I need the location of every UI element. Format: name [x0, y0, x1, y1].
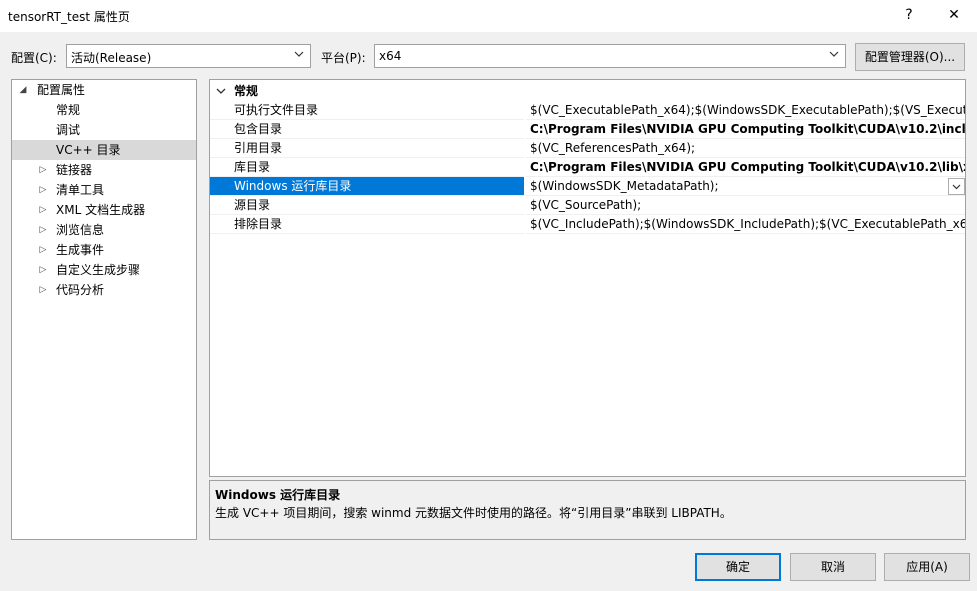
- tree-item-vc-directories[interactable]: VC++ 目录: [12, 140, 196, 160]
- collapse-triangle-icon[interactable]: ◢: [18, 80, 28, 100]
- property-name: Windows 运行库目录: [210, 177, 524, 196]
- tree-item-label: 调试: [56, 123, 81, 137]
- window-title: tensorRT_test 属性页: [8, 10, 130, 24]
- title-bar: tensorRT_test 属性页 ? ✕: [0, 0, 977, 32]
- platform-select[interactable]: x64: [374, 44, 846, 68]
- property-value[interactable]: $(VC_IncludePath);$(WindowsSDK_IncludePa…: [526, 215, 965, 234]
- property-grid: 常规 可执行文件目录 $(VC_ExecutablePath_x64);$(Wi…: [209, 79, 966, 477]
- tree-item-label: 自定义生成步骤: [56, 263, 141, 277]
- tree-item-label: VC++ 目录: [56, 143, 121, 157]
- description-text: 生成 VC++ 项目期间，搜索 winmd 元数据文件时使用的路径。将“引用目录…: [215, 506, 732, 520]
- property-value[interactable]: $(VC_ReferencesPath_x64);: [526, 139, 965, 158]
- tree-item-config-props[interactable]: ◢ 配置属性: [12, 80, 196, 100]
- tree-item-label: 生成事件: [56, 243, 105, 257]
- tree-item-label: 代码分析: [56, 283, 105, 297]
- tree-item-custom-build[interactable]: ▷ 自定义生成步骤: [12, 260, 196, 280]
- property-name: 包含目录: [210, 120, 524, 139]
- tree-item-manifest-tool[interactable]: ▷ 清单工具: [12, 180, 196, 200]
- tree-item-debugging[interactable]: 调试: [12, 120, 196, 140]
- property-value[interactable]: C:\Program Files\NVIDIA GPU Computing To…: [526, 158, 965, 177]
- property-name: 源目录: [210, 196, 524, 215]
- config-select[interactable]: 活动(Release): [66, 44, 311, 68]
- property-row[interactable]: 引用目录 $(VC_ReferencesPath_x64);: [210, 139, 965, 158]
- platform-label: 平台(P):: [321, 51, 366, 65]
- property-value[interactable]: $(VC_SourcePath);: [526, 196, 965, 215]
- config-manager-button[interactable]: 配置管理器(O)...: [855, 43, 965, 71]
- help-button[interactable]: ?: [886, 0, 932, 32]
- tree-item-general[interactable]: 常规: [12, 100, 196, 120]
- expand-triangle-icon[interactable]: ▷: [38, 240, 48, 260]
- property-tree: ◢ 配置属性 常规 调试 VC++ 目录 ▷ 链接器 ▷ 清单工具 ▷ XML …: [11, 79, 197, 540]
- tree-item-browse-info[interactable]: ▷ 浏览信息: [12, 220, 196, 240]
- tree-item-xml-doc[interactable]: ▷ XML 文档生成器: [12, 200, 196, 220]
- expand-triangle-icon[interactable]: ▷: [38, 280, 48, 300]
- description-title: Windows 运行库目录: [215, 488, 341, 502]
- chevron-down-icon: [829, 51, 839, 57]
- chevron-down-icon: [294, 51, 304, 57]
- apply-button[interactable]: 应用(A): [884, 553, 970, 581]
- property-name: 引用目录: [210, 139, 524, 158]
- ok-button[interactable]: 确定: [695, 553, 781, 581]
- config-label: 配置(C):: [11, 51, 57, 65]
- property-row[interactable]: 排除目录 $(VC_IncludePath);$(WindowsSDK_Incl…: [210, 215, 965, 234]
- tree-item-label: 常规: [56, 103, 81, 117]
- property-row-selected[interactable]: Windows 运行库目录 $(WindowsSDK_MetadataPath)…: [210, 177, 965, 196]
- tree-item-label: 浏览信息: [56, 223, 105, 237]
- tree-item-label: 清单工具: [56, 183, 105, 197]
- expand-triangle-icon[interactable]: ▷: [38, 260, 48, 280]
- chevron-down-icon: [952, 184, 961, 190]
- expand-triangle-icon[interactable]: ▷: [38, 180, 48, 200]
- property-name: 库目录: [210, 158, 524, 177]
- property-row[interactable]: 包含目录 C:\Program Files\NVIDIA GPU Computi…: [210, 120, 965, 139]
- cancel-button[interactable]: 取消: [790, 553, 876, 581]
- tree-item-linker[interactable]: ▷ 链接器: [12, 160, 196, 180]
- property-value[interactable]: $(WindowsSDK_MetadataPath);: [526, 177, 965, 196]
- expand-triangle-icon[interactable]: ▷: [38, 200, 48, 220]
- property-value[interactable]: $(VC_ExecutablePath_x64);$(WindowsSDK_Ex…: [526, 101, 965, 120]
- tree-item-label: 配置属性: [37, 83, 86, 97]
- property-name: 可执行文件目录: [210, 101, 524, 120]
- property-name: 排除目录: [210, 215, 524, 234]
- property-value[interactable]: C:\Program Files\NVIDIA GPU Computing To…: [526, 120, 965, 139]
- tree-item-code-analysis[interactable]: ▷ 代码分析: [12, 280, 196, 300]
- category-label: 常规: [234, 84, 259, 98]
- property-row[interactable]: 源目录 $(VC_SourcePath);: [210, 196, 965, 215]
- tree-item-label: XML 文档生成器: [56, 203, 146, 217]
- chevron-down-icon[interactable]: [216, 87, 226, 95]
- tree-item-build-events[interactable]: ▷ 生成事件: [12, 240, 196, 260]
- expand-triangle-icon[interactable]: ▷: [38, 160, 48, 180]
- tree-item-label: 链接器: [56, 163, 93, 177]
- property-row[interactable]: 库目录 C:\Program Files\NVIDIA GPU Computin…: [210, 158, 965, 177]
- property-row[interactable]: 可执行文件目录 $(VC_ExecutablePath_x64);$(Windo…: [210, 101, 965, 120]
- close-button[interactable]: ✕: [931, 0, 977, 32]
- expand-triangle-icon[interactable]: ▷: [38, 220, 48, 240]
- platform-select-value: x64: [379, 49, 402, 63]
- category-general[interactable]: 常规: [210, 82, 965, 100]
- value-dropdown-button[interactable]: [948, 178, 965, 195]
- config-select-value: 活动(Release): [71, 51, 152, 65]
- description-pane: Windows 运行库目录 生成 VC++ 项目期间，搜索 winmd 元数据文…: [209, 480, 966, 540]
